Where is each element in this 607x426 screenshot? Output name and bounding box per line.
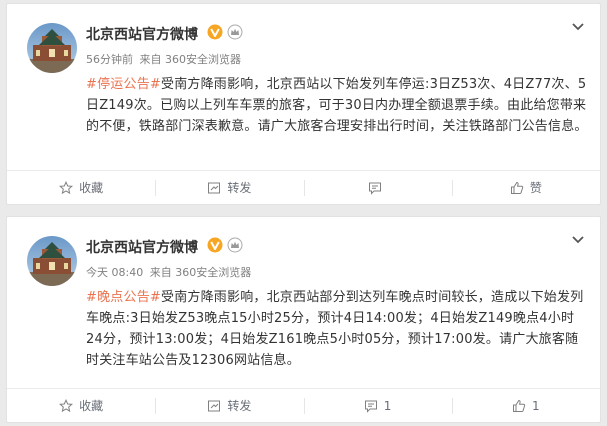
favorite-button[interactable]: 收藏 [7,389,155,422]
comment-icon [364,400,377,413]
favorite-label: 收藏 [79,399,104,413]
comment-count: 1 [383,398,392,413]
topic-tag[interactable]: #晚点公告# [86,290,161,305]
post-action-bar: 收藏 转发 赞 [7,170,600,204]
weibo-post-card: 北京西站官方微博 今天 08:40 来自 360安全浏览器 #晚点公告#受南方降… [6,216,601,423]
repost-label: 转发 [227,399,252,413]
thumbs-up-icon [510,181,524,194]
post-meta: 56分钟前 来自 360安全浏览器 [86,51,241,67]
comment-icon [368,182,381,195]
weibo-post-card: 北京西站官方微博 56分钟前 来自 360安全浏览器 #停运公告#受南方降雨影响… [6,3,601,205]
topic-tag[interactable]: #停运公告# [86,77,161,92]
post-time[interactable]: 56分钟前 [86,53,133,66]
vip-crown-icon [227,24,243,40]
vip-crown-icon [227,237,243,253]
username[interactable]: 北京西站官方微博 [86,237,198,257]
post-text: 受南方降雨影响，北京西站以下始发列车停运:3日Z53次、4日Z77次、5日Z14… [86,77,588,134]
post-content: #晚点公告#受南方降雨影响，北京西站部分到达列车晚点时间较长，造成以下始发列车晚… [86,287,590,371]
post-time[interactable]: 今天 08:40 [86,266,143,279]
repost-button[interactable]: 转发 [155,171,303,204]
chevron-down-icon[interactable] [570,18,586,34]
verified-v-icon [207,24,223,40]
verified-v-icon [207,237,223,253]
like-button[interactable]: 赞 [451,171,600,204]
repost-label: 转发 [227,181,252,195]
star-icon [59,398,74,412]
post-source: 来自 360安全浏览器 [139,53,242,66]
post-source: 来自 360安全浏览器 [149,266,252,279]
comment-button[interactable]: 1 [303,389,452,422]
chevron-down-icon[interactable] [570,231,586,247]
post-action-bar: 收藏 转发 1 1 [7,388,600,422]
favorite-button[interactable]: 收藏 [7,171,155,204]
avatar[interactable] [27,236,77,286]
thumbs-up-icon [513,399,526,412]
repost-button[interactable]: 转发 [155,389,303,422]
post-text: 受南方降雨影响，北京西站部分到达列车晚点时间较长，造成以下始发列车晚点:3日始发… [86,290,584,368]
comment-button[interactable] [303,171,452,204]
like-button[interactable]: 1 [451,389,600,422]
star-icon [59,180,74,194]
post-content: #停运公告#受南方降雨影响，北京西站以下始发列车停运:3日Z53次、4日Z77次… [86,74,590,137]
repost-icon [208,182,221,193]
post-meta: 今天 08:40 来自 360安全浏览器 [86,264,251,280]
username[interactable]: 北京西站官方微博 [86,24,198,44]
like-count: 1 [532,398,540,413]
avatar[interactable] [27,23,77,73]
repost-icon [208,400,221,411]
like-label: 赞 [529,181,542,195]
favorite-label: 收藏 [79,181,104,195]
